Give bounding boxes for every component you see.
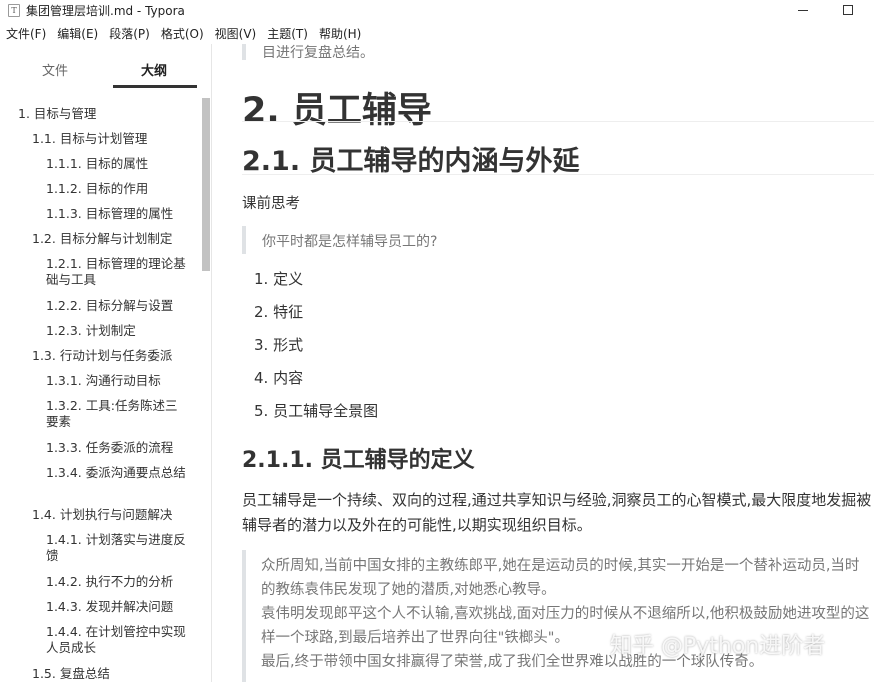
title-bar: T 集团管理层培训.md - Typora	[0, 0, 874, 20]
active-tab-indicator	[113, 85, 197, 88]
outline-item[interactable]: 1.3.2. 工具:任务陈述三要素	[46, 398, 186, 430]
outline-item[interactable]: 1.5. 复盘总结	[32, 666, 187, 682]
list-number: 3.	[254, 336, 269, 354]
outline-item[interactable]: 1.4.3. 发现并解决问题	[46, 599, 201, 615]
list-item: 5. 员工辅导全景图	[254, 400, 378, 421]
blockquote-fragment: 目进行复盘总结。	[262, 45, 374, 61]
minimize-icon	[798, 9, 808, 11]
story-line: 众所周知,当前中国女排的主教练郎平,她在是运动员的时候,其实一开始是一个替补运动…	[261, 558, 860, 598]
menu-file[interactable]: 文件(F)	[0, 25, 46, 42]
list-number: 5.	[254, 402, 269, 420]
menu-edit[interactable]: 编辑(E)	[51, 25, 98, 42]
list-text: 员工辅导全景图	[273, 402, 379, 420]
outline-item[interactable]: 1.3. 行动计划与任务委派	[32, 348, 187, 364]
menu-help[interactable]: 帮助(H)	[313, 25, 361, 42]
outline-item[interactable]: 1.2.2. 目标分解与设置	[46, 298, 201, 314]
list-item: 3. 形式	[254, 334, 303, 355]
maximize-button[interactable]	[830, 0, 866, 20]
outline-item[interactable]: 1.4.1. 计划落实与进度反馈	[46, 532, 186, 564]
outline-item[interactable]: 1.2.1. 目标管理的理论基础与工具	[46, 256, 186, 288]
list-text: 定义	[273, 270, 304, 288]
outline-item[interactable]: 1.1. 目标与计划管理	[32, 131, 187, 147]
list-number: 1.	[254, 270, 269, 288]
outline-item[interactable]: 1.4.4. 在计划管控中实现人员成长	[46, 624, 186, 656]
pre-class-label: 课前思考	[242, 196, 300, 212]
outline-item[interactable]: 1.3.4. 委派沟通要点总结	[46, 465, 186, 481]
tab-outline[interactable]: 大纲	[141, 60, 167, 79]
heading-3: 2.1.1. 员工辅导的定义	[242, 448, 475, 473]
outline-item[interactable]: 1.3.1. 沟通行动目标	[46, 373, 201, 389]
editor-area[interactable]: 目进行复盘总结。 2. 员工辅导 2.1. 员工辅导的内涵与外延 课前思考 你平…	[213, 44, 874, 682]
outline-item[interactable]: 1.2.3. 计划制定	[46, 323, 201, 339]
heading-1-rule	[242, 121, 874, 122]
watermark-text: 知乎 @Python进阶者	[610, 634, 826, 659]
heading-2: 2.1. 员工辅导的内涵与外延	[242, 146, 580, 177]
definition-paragraph: 员工辅导是一个持续、双向的过程,通过共享知识与经验,洞察员工的心智模式,最大限度…	[242, 491, 872, 534]
outline-item[interactable]: 1.2. 目标分解与计划制定	[32, 231, 187, 247]
blockquote-bar	[242, 44, 246, 60]
list-text: 形式	[273, 336, 304, 354]
outline-item[interactable]: 1.1.1. 目标的属性	[46, 156, 201, 172]
list-text: 内容	[273, 369, 304, 387]
outline-item[interactable]: 1.4. 计划执行与问题解决	[32, 507, 187, 523]
menu-format[interactable]: 格式(O)	[155, 25, 204, 42]
sidebar-tabs: 文件 大纲	[0, 44, 211, 92]
blockquote-bar	[242, 550, 246, 682]
menu-bar: 文件(F) 编辑(E) 段落(P) 格式(O) 视图(V) 主题(T) 帮助(H…	[0, 22, 366, 44]
tab-files[interactable]: 文件	[42, 60, 68, 79]
outline-item[interactable]: 1.1.3. 目标管理的属性	[46, 206, 201, 222]
blockquote-bar	[242, 226, 246, 254]
window-title: 集团管理层培训.md - Typora	[26, 3, 185, 18]
menu-paragraph[interactable]: 段落(P)	[103, 25, 150, 42]
list-text: 特征	[273, 303, 304, 321]
list-item: 1. 定义	[254, 268, 303, 289]
question-quote: 你平时都是怎样辅导员工的?	[262, 234, 438, 250]
heading-1: 2. 员工辅导	[242, 91, 432, 131]
outline-item[interactable]: 1. 目标与管理	[18, 106, 173, 122]
sidebar: 文件 大纲 1. 目标与管理 1.1. 目标与计划管理 1.1.1. 目标的属性…	[0, 44, 212, 682]
menu-view[interactable]: 视图(V)	[209, 25, 257, 42]
typora-app-icon: T	[8, 3, 20, 17]
list-number: 4.	[254, 369, 269, 387]
list-item: 4. 内容	[254, 367, 303, 388]
outline-item[interactable]: 1.1.2. 目标的作用	[46, 181, 201, 197]
list-number: 2.	[254, 303, 269, 321]
outline-item[interactable]: 1.3.3. 任务委派的流程	[46, 440, 201, 456]
sidebar-scrollbar[interactable]	[202, 98, 210, 271]
heading-2-rule	[242, 174, 874, 175]
minimize-button[interactable]	[785, 0, 821, 20]
outline-item[interactable]: 1.4.2. 执行不力的分析	[46, 574, 201, 590]
maximize-icon	[843, 5, 853, 15]
list-item: 2. 特征	[254, 301, 303, 322]
menu-theme[interactable]: 主题(T)	[261, 25, 308, 42]
